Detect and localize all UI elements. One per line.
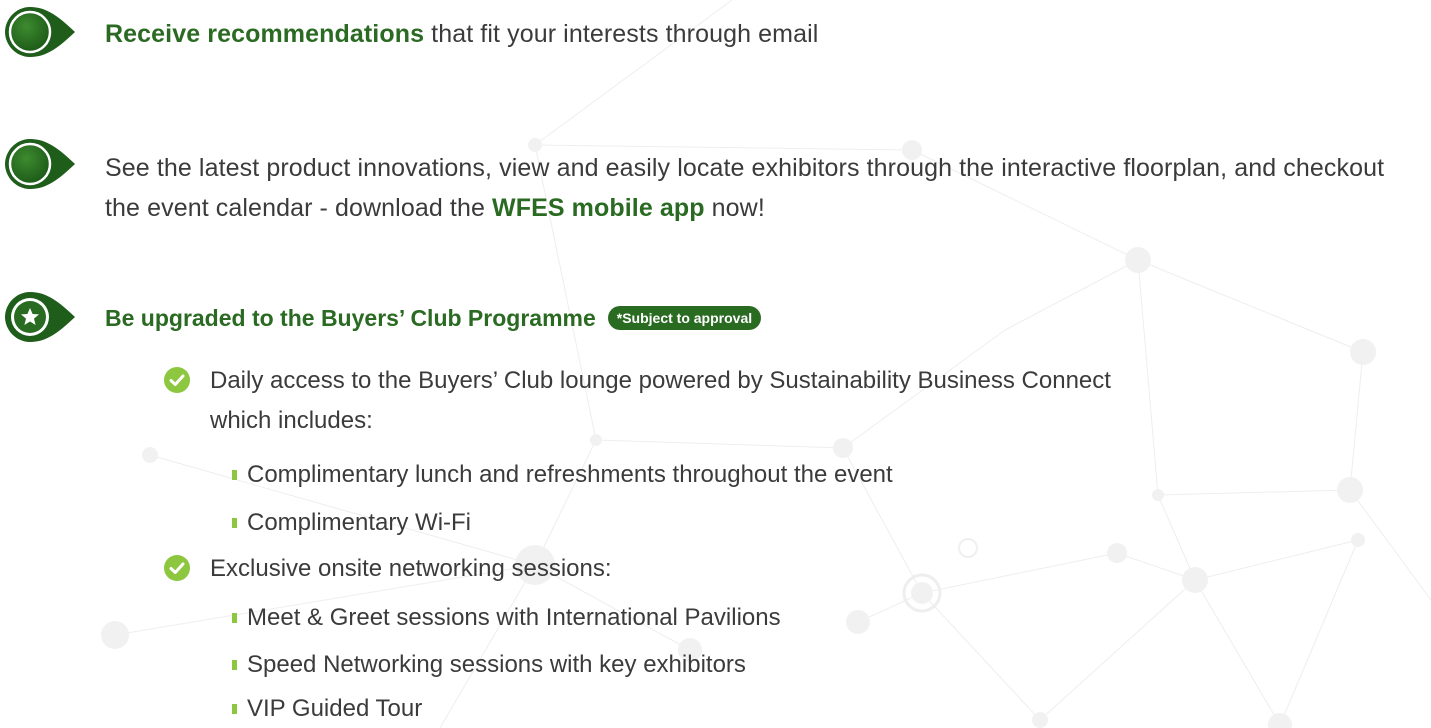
recommendations-text: that fit your interests through email bbox=[424, 20, 819, 48]
item-mobile-app: See the latest product innovations, view… bbox=[105, 148, 1415, 228]
item-recommendations: Receive recommendations that fit your in… bbox=[105, 14, 818, 54]
sub-item-vip-tour-text: VIP Guided Tour bbox=[247, 695, 423, 722]
benefit-lounge-line1: Daily access to the Buyers’ Club lounge … bbox=[210, 367, 1111, 394]
sub-item-speed-networking: Speed Networking sessions with key exhib… bbox=[232, 646, 746, 684]
mobile-app-text-end: now! bbox=[704, 194, 765, 222]
square-bullet-icon bbox=[232, 660, 237, 670]
benefit-networking: Exclusive onsite networking sessions: bbox=[164, 549, 612, 589]
benefit-lounge-access: Daily access to the Buyers’ Club lounge … bbox=[164, 361, 1111, 441]
approval-badge: *Subject to approval bbox=[607, 305, 762, 330]
buyers-club-heading: Be upgraded to the Buyers’ Club Programm… bbox=[105, 298, 762, 338]
sub-item-meet-greet-text: Meet & Greet sessions with International… bbox=[247, 604, 781, 631]
square-bullet-icon bbox=[232, 518, 237, 528]
sub-item-vip-tour: VIP Guided Tour bbox=[232, 690, 422, 728]
recommendations-highlight: Receive recommendations bbox=[105, 20, 425, 48]
square-bullet-icon bbox=[232, 613, 237, 623]
benefit-lounge-line2: which includes: bbox=[210, 407, 373, 434]
sub-item-wifi-text: Complimentary Wi-Fi bbox=[247, 509, 472, 536]
benefit-networking-line1: Exclusive onsite networking sessions: bbox=[210, 555, 612, 582]
check-circle-icon bbox=[164, 555, 190, 581]
sub-item-wifi: Complimentary Wi-Fi bbox=[232, 504, 471, 542]
green-circle-bullet-icon bbox=[5, 7, 75, 57]
buyers-club-title: Be upgraded to the Buyers’ Club Programm… bbox=[105, 305, 596, 331]
square-bullet-icon bbox=[232, 704, 237, 714]
sub-item-lunch: Complimentary lunch and refreshments thr… bbox=[232, 456, 893, 494]
sub-item-meet-greet: Meet & Greet sessions with International… bbox=[232, 599, 781, 637]
mobile-app-link[interactable]: WFES mobile app bbox=[492, 194, 705, 222]
star-bullet-icon bbox=[5, 292, 75, 342]
sub-item-lunch-text: Complimentary lunch and refreshments thr… bbox=[247, 461, 893, 488]
green-circle-bullet-icon bbox=[5, 139, 75, 189]
check-circle-icon bbox=[164, 367, 190, 393]
square-bullet-icon bbox=[232, 470, 237, 480]
sub-item-speed-networking-text: Speed Networking sessions with key exhib… bbox=[247, 651, 746, 678]
